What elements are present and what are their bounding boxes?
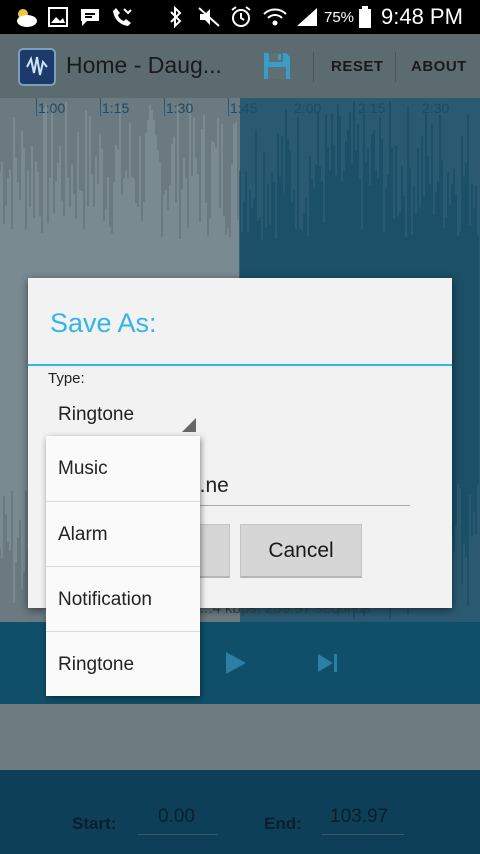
end-field[interactable]: 103.97	[330, 806, 388, 828]
app-logo-icon[interactable]	[18, 48, 56, 86]
about-button[interactable]: ABOUT	[411, 58, 467, 75]
app-title: Home - Daug...	[66, 52, 222, 78]
timeline-tick-mark	[164, 98, 165, 116]
timeline-tick-label: 1:00	[38, 100, 66, 116]
timeline-tick-mark	[292, 98, 293, 116]
weather-icon	[12, 4, 40, 30]
type-label: Type:	[48, 370, 85, 387]
mute-icon	[196, 4, 222, 30]
marker-strip	[0, 704, 480, 770]
dropdown-option-notification[interactable]: Notification	[46, 567, 200, 632]
cancel-button[interactable]: Cancel	[240, 524, 362, 578]
dropdown-option-ringtone[interactable]: Ringtone	[46, 632, 200, 697]
dropdown-option-music[interactable]: Music	[46, 436, 200, 501]
spinner-arrow-icon	[182, 418, 196, 432]
timeline-tick-mark	[36, 98, 37, 116]
status-bar: 75% 9:48 PM	[0, 0, 480, 34]
signal-icon	[294, 4, 320, 30]
end-label: End:	[264, 814, 302, 833]
timeline-tick-label: 1:45	[230, 100, 258, 116]
dialog-title-divider	[28, 364, 452, 366]
timeline-tick-label: 1:15	[102, 100, 130, 116]
chat-icon	[78, 4, 102, 30]
action-bar: Home - Daug... RESET ABOUT	[0, 34, 480, 98]
save-icon[interactable]	[262, 51, 292, 81]
timeline-tick-label: 2:00	[294, 100, 322, 116]
timeline-tick-label: 2:15	[358, 100, 386, 116]
fast-forward-icon[interactable]	[316, 652, 338, 679]
bluetooth-icon	[166, 4, 186, 30]
phone-missed-icon	[110, 4, 134, 30]
battery-percent: 75%	[324, 8, 355, 26]
action-divider	[313, 52, 314, 82]
dialog-title: Save As:	[50, 308, 157, 338]
timeline-tick-mark	[420, 98, 421, 116]
timeline-tick-label: 2:30	[422, 100, 450, 116]
type-dropdown: Music Alarm Notification Ringtone	[46, 436, 200, 696]
wifi-icon	[262, 4, 288, 30]
dropdown-option-alarm[interactable]: Alarm	[46, 502, 200, 567]
alarm-icon	[228, 4, 254, 30]
type-spinner[interactable]: Ringtone	[46, 398, 196, 434]
type-spinner-value: Ringtone	[58, 404, 135, 425]
timeline-tick-mark	[356, 98, 357, 116]
start-field[interactable]: 0.00	[158, 806, 195, 828]
timeline-tick-mark	[228, 98, 229, 116]
clock: 9:48 PM	[381, 4, 463, 29]
gallery-icon	[46, 4, 70, 30]
bottom-bar: Start: 0.00 End: 103.97	[0, 770, 480, 854]
timeline-tick-label: 1:30	[166, 100, 194, 116]
play-icon[interactable]	[224, 650, 248, 681]
end-field-underline	[322, 834, 404, 835]
filename-field[interactable]: ...ne	[188, 468, 410, 506]
start-label: Start:	[72, 814, 117, 833]
timeline-tick-mark	[100, 98, 101, 116]
timeline: 1:00 1:15 1:30 1:45 2:00 2:15 2:30	[0, 98, 480, 120]
action-divider	[395, 52, 396, 82]
reset-button[interactable]: RESET	[331, 58, 384, 75]
start-field-underline	[138, 834, 218, 835]
battery-icon	[358, 4, 372, 30]
